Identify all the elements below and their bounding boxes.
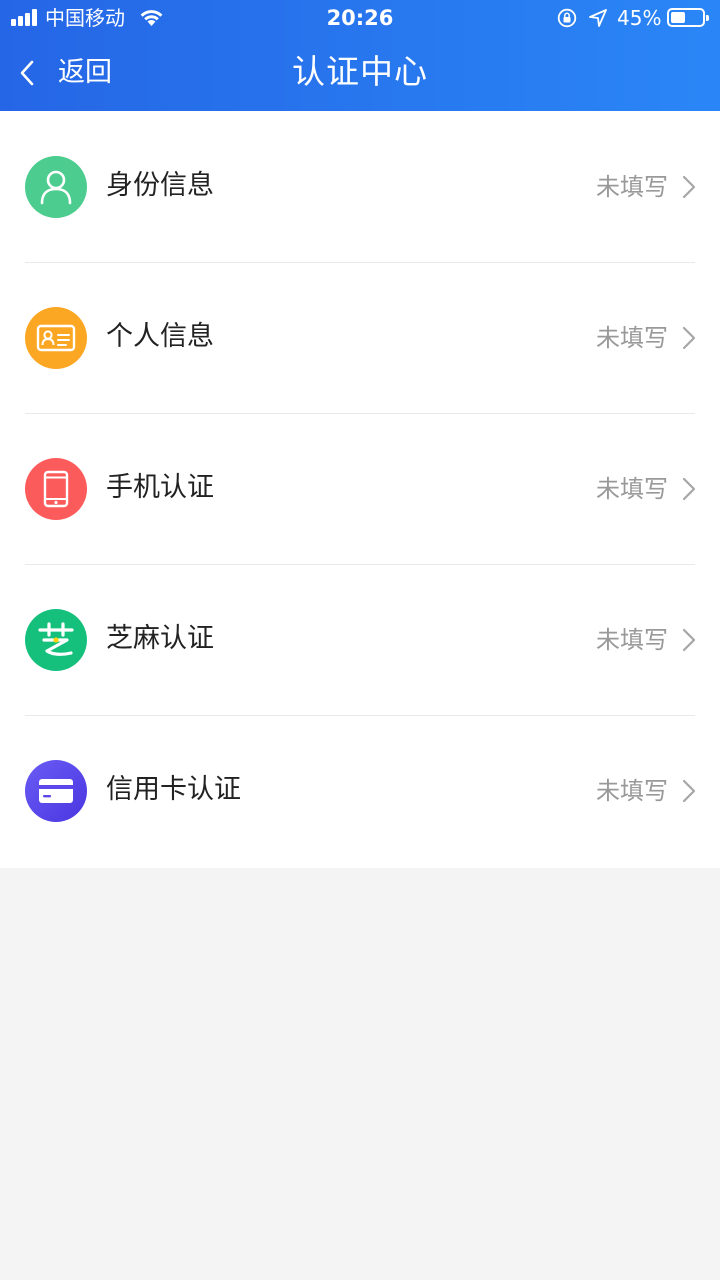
identity-icon-badge — [25, 156, 87, 218]
item-status: 未填写 — [596, 173, 668, 201]
chevron-right-icon — [682, 779, 696, 803]
item-status: 未填写 — [596, 475, 668, 503]
id-card-icon — [36, 324, 76, 352]
nav-bar: 返回 认证中心 — [0, 36, 720, 111]
location-arrow-icon — [589, 9, 607, 27]
chevron-right-icon — [682, 628, 696, 652]
item-status: 未填写 — [596, 324, 668, 352]
credit-card-icon — [39, 779, 73, 803]
page-title: 认证中心 — [292, 52, 428, 91]
clock: 20:26 — [326, 6, 394, 30]
phone-icon-badge — [25, 458, 87, 520]
item-label: 信用卡认证 — [106, 774, 241, 805]
item-label: 个人信息 — [106, 321, 214, 352]
item-label: 手机认证 — [106, 472, 214, 503]
list-item-credit-card-verification[interactable]: 信用卡认证 未填写 — [0, 715, 720, 866]
item-label: 身份信息 — [106, 170, 214, 201]
status-bar: 中国移动 20:26 45% — [0, 0, 720, 36]
header: 中国移动 20:26 45% 返回 认证中心 — [0, 0, 720, 111]
sesame-icon — [38, 622, 74, 656]
list-item-sesame-verification[interactable]: 芝麻认证 未填写 — [0, 564, 720, 715]
sesame-icon-badge — [25, 609, 87, 671]
list-item-personal-info[interactable]: 个人信息 未填写 — [0, 262, 720, 413]
battery-icon — [667, 8, 709, 27]
chevron-right-icon — [682, 477, 696, 501]
credit-card-icon-badge — [25, 760, 87, 822]
battery-percent: 45% — [617, 6, 662, 30]
verification-list: 身份信息 未填写 个人信息 未填写 手机认证 未填写 芝麻认证 未填写 信用卡认… — [0, 111, 720, 868]
item-status: 未填写 — [596, 626, 668, 654]
phone-icon — [43, 470, 69, 508]
item-label: 芝麻认证 — [106, 623, 214, 654]
rotation-lock-icon — [557, 8, 577, 28]
battery-level — [671, 12, 685, 23]
list-item-phone-verification[interactable]: 手机认证 未填写 — [0, 413, 720, 564]
chevron-right-icon — [682, 326, 696, 350]
list-item-identity-info[interactable]: 身份信息 未填写 — [0, 111, 720, 262]
item-status: 未填写 — [596, 777, 668, 805]
person-icon — [40, 170, 72, 205]
chevron-right-icon — [682, 175, 696, 199]
personal-icon-badge — [25, 307, 87, 369]
